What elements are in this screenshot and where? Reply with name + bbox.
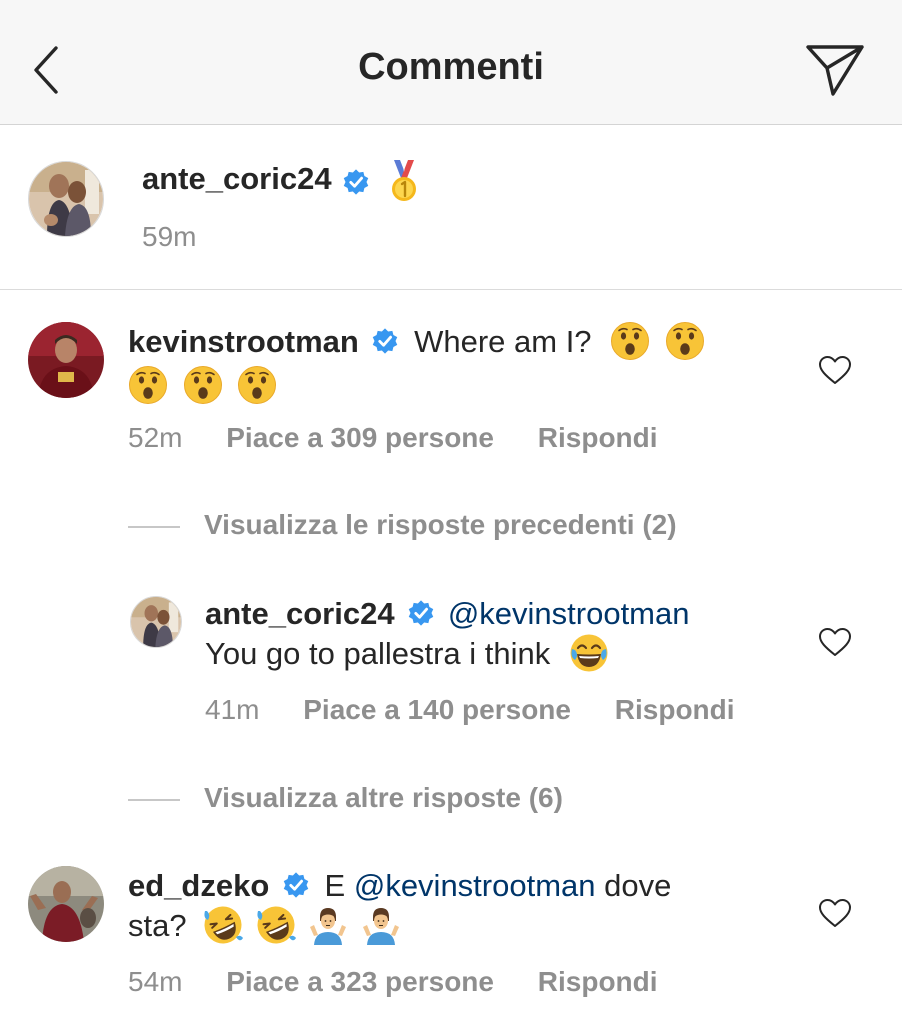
heart-icon[interactable]	[818, 355, 852, 385]
comment-text: Where am I?	[414, 324, 592, 359]
rolling-laughing-icon	[203, 905, 243, 945]
reply-text: You go to pallestra i think	[205, 636, 551, 671]
view-previous-replies-label: Visualizza le risposte precedenti (2)	[204, 509, 677, 540]
mention-link[interactable]: @kevinstrootman	[448, 596, 690, 631]
caption-username[interactable]: ante_coric24	[142, 161, 332, 196]
view-more-replies[interactable]: Visualizza altre risposte (6)	[128, 782, 563, 814]
divider-line	[128, 798, 180, 801]
caption-section: ante_coric24 59m	[0, 125, 902, 290]
caption-header: ante_coric24	[142, 159, 424, 204]
surprised-face-icon	[237, 365, 277, 405]
likes-count-link[interactable]: Piace a 140 persone	[303, 694, 571, 725]
paper-plane-icon	[806, 45, 864, 96]
reply-link[interactable]: Rispondi	[538, 422, 658, 453]
comment-timestamp: 52m	[128, 422, 183, 453]
surprised-face-icon	[183, 365, 223, 405]
mention-link[interactable]: @kevinstrootman	[354, 868, 596, 903]
divider-line	[128, 525, 180, 528]
comment-meta: 52m Piace a 309 persone Rispondi	[128, 422, 694, 454]
reply-link[interactable]: Rispondi	[538, 966, 658, 997]
page-title: Commenti	[358, 46, 544, 88]
surprised-face-icon	[610, 321, 650, 361]
comment-text-line2: sta?	[128, 908, 187, 943]
avatar[interactable]	[28, 866, 104, 942]
avatar-photo	[28, 322, 104, 398]
view-previous-replies[interactable]: Visualizza le risposte precedenti (2)	[128, 509, 677, 541]
comment-body: ed_dzeko E @kevinstrootman dove sta?	[128, 866, 808, 946]
comment-text-post: dove	[604, 868, 672, 903]
reply-body: ante_coric24 @kevinstrootman You go to p…	[205, 594, 805, 674]
verified-badge-icon	[342, 168, 370, 196]
avatar[interactable]	[28, 161, 104, 237]
reply-username[interactable]: ante_coric24	[205, 596, 395, 631]
comment-meta: 54m Piace a 323 persone Rispondi	[128, 966, 694, 998]
avatar-photo	[28, 866, 104, 942]
avatar-photo	[131, 597, 181, 647]
share-button[interactable]	[800, 40, 870, 100]
verified-badge-icon	[371, 327, 399, 355]
comment-text-pre: E	[324, 868, 346, 903]
view-more-replies-label: Visualizza altre risposte (6)	[204, 782, 563, 813]
heart-icon[interactable]	[818, 898, 852, 928]
likes-count-link[interactable]: Piace a 309 persone	[226, 422, 494, 453]
reply-timestamp: 41m	[205, 694, 260, 725]
rolling-laughing-icon	[256, 905, 296, 945]
reply-link[interactable]: Rispondi	[615, 694, 735, 725]
heart-icon[interactable]	[818, 627, 852, 657]
likes-count-link[interactable]: Piace a 323 persone	[226, 966, 494, 997]
surprised-face-icon	[128, 365, 168, 405]
person-shrugging-icon	[308, 905, 348, 945]
comment-username[interactable]: ed_dzeko	[128, 868, 269, 903]
avatar[interactable]	[130, 596, 182, 648]
person-shrugging-icon	[361, 905, 401, 945]
surprised-face-icon	[665, 321, 705, 361]
tears-of-joy-icon	[569, 633, 609, 673]
comment-timestamp: 54m	[128, 966, 183, 997]
caption-timestamp: 59m	[142, 221, 197, 252]
header-bar: Commenti	[0, 0, 902, 125]
verified-badge-icon	[407, 599, 435, 627]
verified-badge-icon	[282, 871, 310, 899]
comment-username[interactable]: kevinstrootman	[128, 324, 359, 359]
reply-meta: 41m Piace a 140 persone Rispondi	[205, 694, 771, 726]
avatar-photo	[29, 162, 103, 236]
comment-body: kevinstrootman Where am I?	[128, 322, 808, 405]
gold-medal-icon	[392, 159, 417, 201]
avatar[interactable]	[28, 322, 104, 398]
